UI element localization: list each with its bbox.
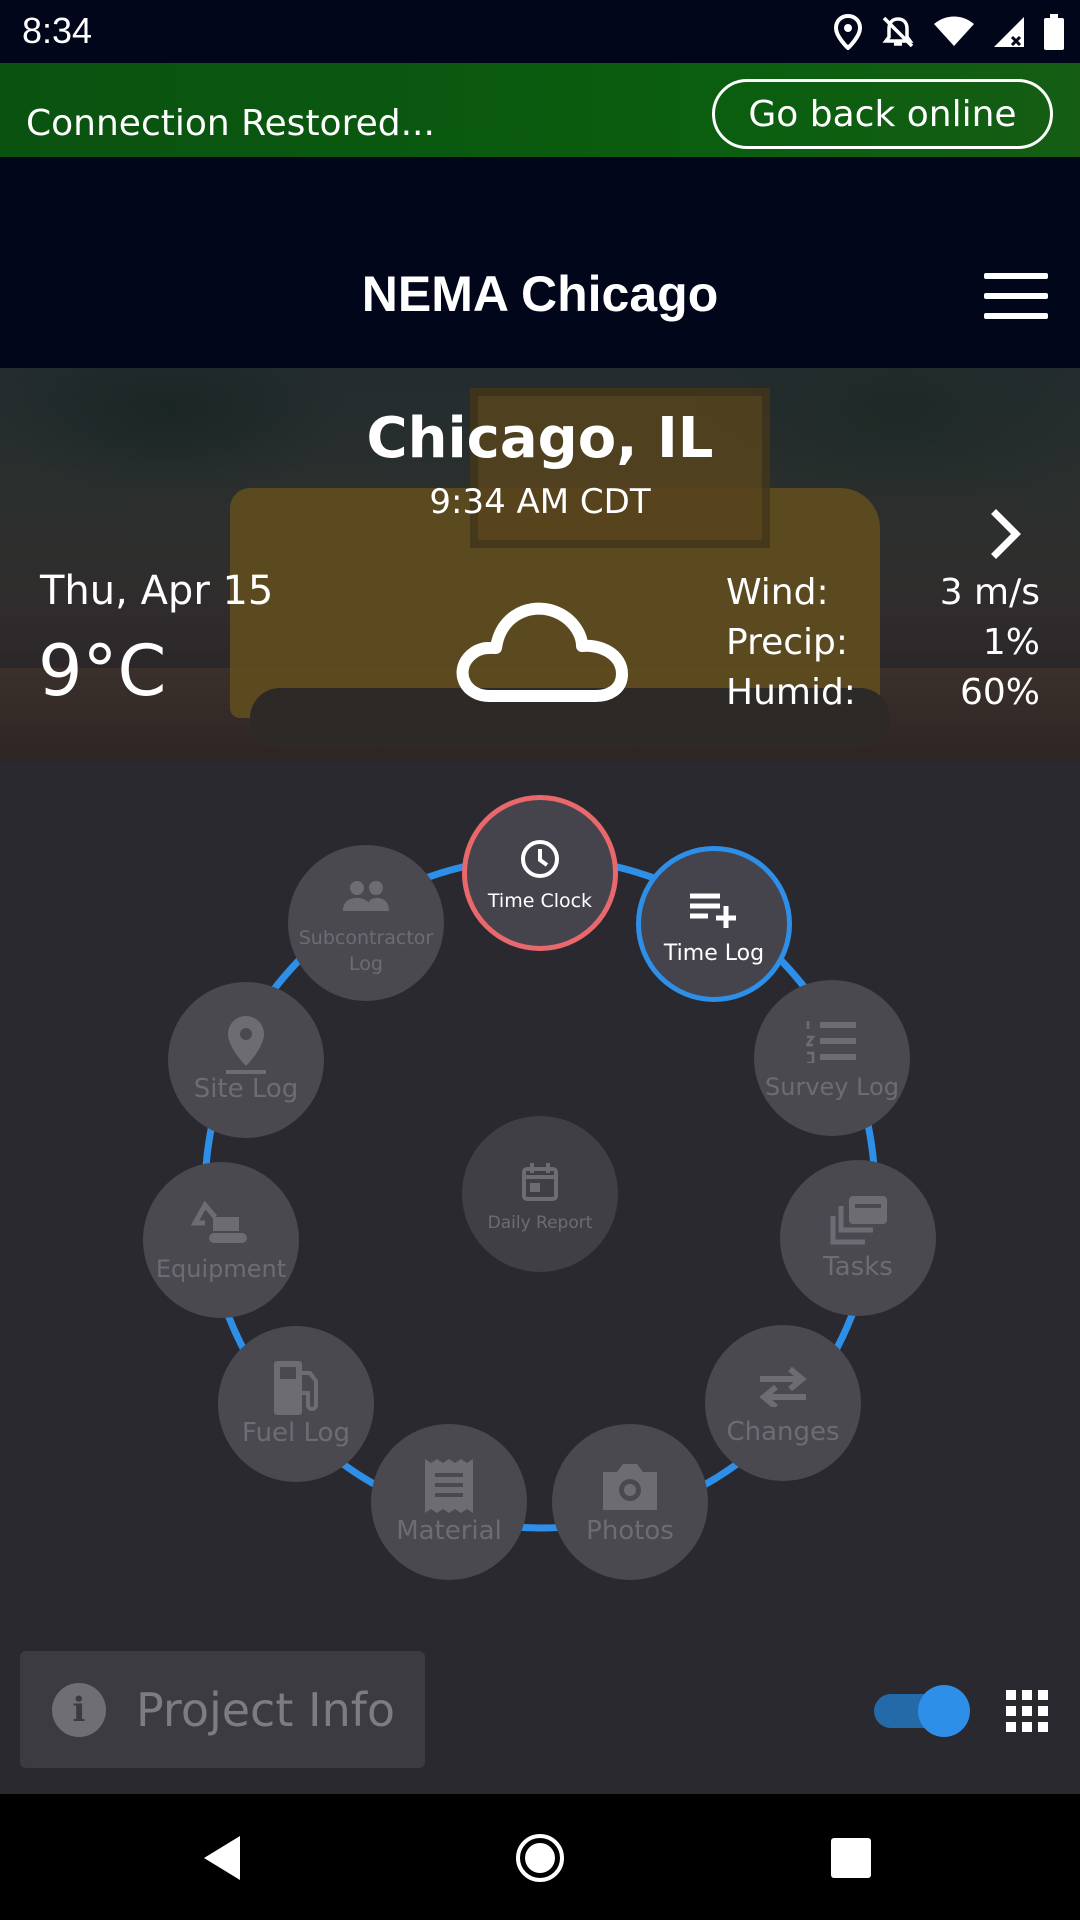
- weather-date: Thu, Apr 15: [40, 568, 274, 614]
- photos-button[interactable]: Photos: [552, 1424, 708, 1580]
- changes-label: Changes: [726, 1417, 840, 1448]
- notifications-off-icon: [882, 16, 914, 48]
- cell-signal-icon: [994, 17, 1024, 47]
- numbered-list-icon: [806, 1020, 856, 1063]
- survey-log-button[interactable]: Survey Log: [754, 980, 910, 1136]
- time-log-label: Time Log: [663, 941, 765, 967]
- view-toggle[interactable]: [874, 1684, 970, 1737]
- weather-city: Chicago, IL: [366, 406, 714, 471]
- fuel-pump-icon: [274, 1361, 318, 1416]
- connection-banner: Connection Restored... Go back online: [0, 63, 1080, 157]
- back-icon[interactable]: [200, 1834, 248, 1882]
- home-icon[interactable]: [514, 1832, 566, 1884]
- grid-icon[interactable]: [1006, 1690, 1048, 1732]
- material-button[interactable]: Material: [371, 1424, 527, 1580]
- fuel-log-button[interactable]: Fuel Log: [218, 1326, 374, 1482]
- weather-wind-value: 3 m/s: [939, 572, 1040, 613]
- chevron-right-icon[interactable]: [984, 504, 1032, 564]
- layers-icon: [830, 1196, 887, 1245]
- hamburger-icon[interactable]: [984, 273, 1048, 319]
- daily-report-button[interactable]: Daily Report: [462, 1116, 618, 1272]
- excavator-icon: [191, 1200, 247, 1243]
- clock-icon: [521, 840, 559, 879]
- daily-report-label: Daily Report: [487, 1212, 593, 1233]
- go-back-online-button[interactable]: Go back online: [712, 79, 1053, 149]
- time-log-button[interactable]: Time Log: [636, 846, 792, 1002]
- page-title: NEMA Chicago: [361, 266, 719, 322]
- module-hub: Time Clock Time Log Survey Log Tasks Cha…: [0, 762, 1080, 1662]
- cloud-icon: [456, 602, 628, 702]
- subcontractor-log-label: Subcontractor Log: [298, 927, 434, 975]
- map-pin-icon: [226, 1016, 266, 1075]
- equipment-label: Equipment: [155, 1254, 287, 1283]
- weather-humid-value: 60%: [959, 672, 1040, 713]
- weather-humid-label: Humid:: [726, 672, 856, 713]
- material-label: Material: [396, 1516, 502, 1547]
- status-time: 8:34: [22, 10, 93, 51]
- project-info-button[interactable]: i Project Info: [20, 1651, 425, 1768]
- tasks-button[interactable]: Tasks: [780, 1160, 936, 1316]
- site-log-label: Site Log: [193, 1074, 299, 1105]
- weather-precip-value: 1%: [982, 622, 1040, 663]
- survey-log-label: Survey Log: [765, 1072, 899, 1101]
- toggle-thumb: [918, 1685, 970, 1737]
- status-icons: [834, 12, 1064, 52]
- equipment-button[interactable]: Equipment: [143, 1162, 299, 1318]
- location-icon: [834, 14, 862, 50]
- playlist-add-icon: [690, 893, 736, 929]
- wifi-icon: [934, 16, 974, 46]
- receipt-icon: [425, 1459, 473, 1514]
- app-header: NEMA Chicago: [0, 157, 1080, 368]
- weather-precip-label: Precip:: [726, 622, 849, 663]
- time-clock-label: Time Clock: [487, 890, 593, 913]
- system-nav-bar: [0, 1794, 1080, 1920]
- status-bar: 8:34: [0, 0, 1080, 63]
- people-icon: [343, 881, 389, 912]
- swap-arrows-icon: [759, 1367, 807, 1408]
- tasks-label: Tasks: [823, 1252, 893, 1283]
- photos-label: Photos: [586, 1516, 674, 1547]
- recents-icon[interactable]: [831, 1838, 871, 1878]
- weather-temperature: 9°C: [38, 630, 167, 712]
- weather-local-time: 9:34 AM CDT: [429, 482, 651, 522]
- time-clock-button[interactable]: Time Clock: [462, 795, 618, 951]
- calendar-icon: [522, 1162, 558, 1201]
- site-log-button[interactable]: Site Log: [168, 982, 324, 1138]
- fuel-log-label: Fuel Log: [242, 1418, 350, 1449]
- battery-icon: [1044, 14, 1064, 50]
- weather-card[interactable]: Chicago, IL 9:34 AM CDT Thu, Apr 15 9°C …: [0, 368, 1080, 762]
- weather-wind-label: Wind:: [726, 572, 829, 613]
- changes-button[interactable]: Changes: [705, 1325, 861, 1481]
- camera-icon: [603, 1464, 657, 1511]
- connection-status-text: Connection Restored...: [26, 103, 435, 144]
- info-icon: i: [52, 1682, 106, 1737]
- subcontractor-log-button[interactable]: Subcontractor Log: [288, 845, 444, 1001]
- project-info-label: Project Info: [136, 1682, 396, 1737]
